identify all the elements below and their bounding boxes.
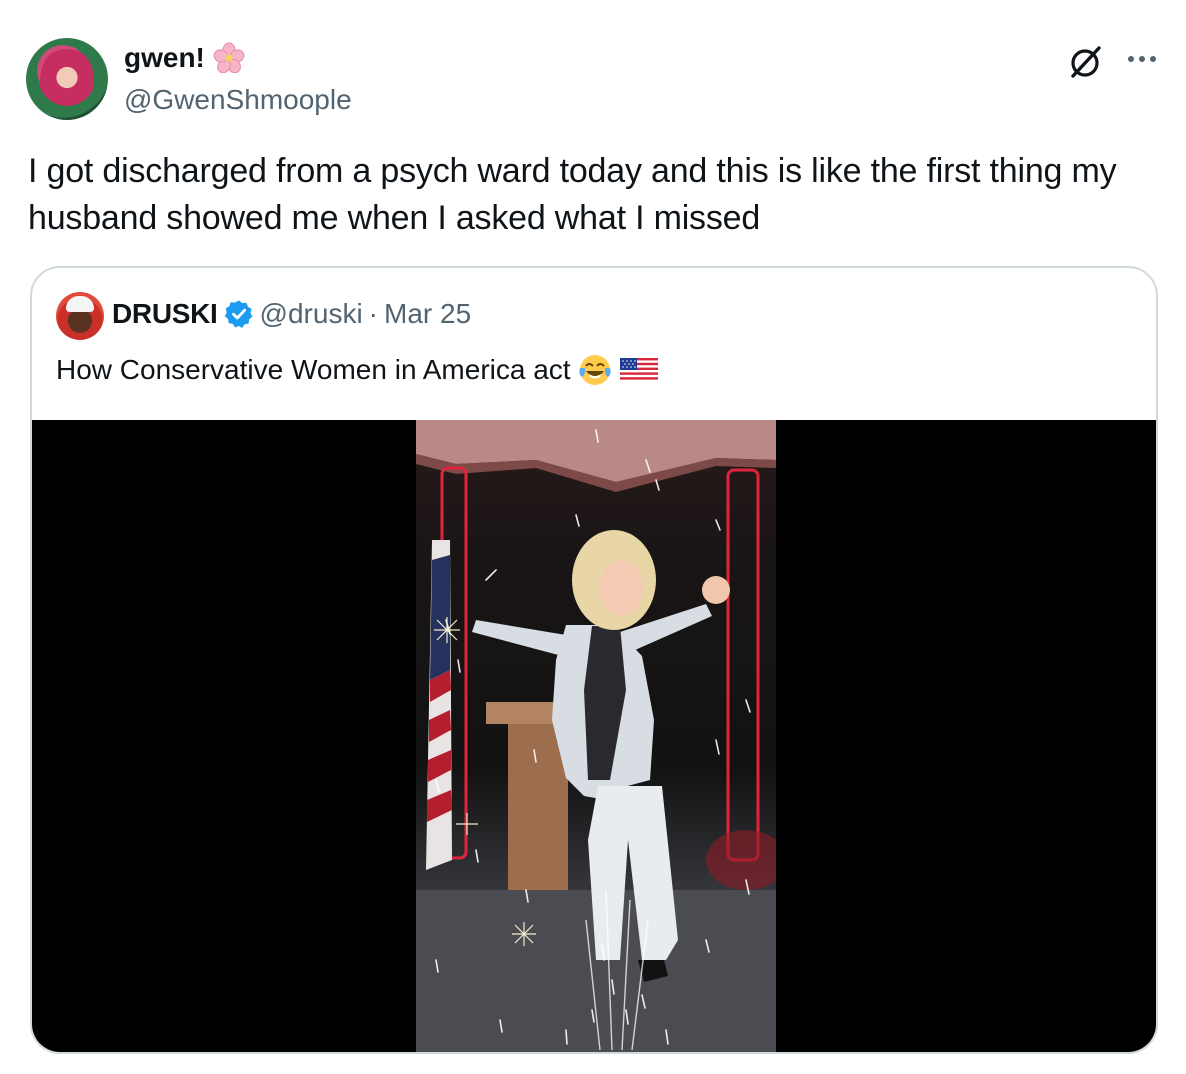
- quoted-handle[interactable]: @druski: [260, 298, 363, 330]
- quoted-tweet-header: DRUSKI @druski · Mar 25: [112, 298, 471, 330]
- video-player[interactable]: [32, 420, 1156, 1052]
- us-flag-icon: [619, 358, 658, 382]
- verified-badge-icon: [224, 300, 252, 328]
- quoted-tweet-text-row: How Conservative Women in America act: [56, 352, 659, 388]
- author-avatar[interactable]: [26, 38, 108, 120]
- video-scene: [416, 420, 776, 1052]
- quoted-tweet-card[interactable]: DRUSKI @druski · Mar 25 How Conservative…: [30, 266, 1158, 1054]
- quoted-author-avatar[interactable]: [56, 292, 104, 340]
- more-options-icon[interactable]: [1125, 44, 1159, 74]
- quoted-separator: ·: [368, 298, 378, 329]
- author-handle[interactable]: @GwenShmoople: [124, 84, 352, 116]
- tweet-text: I got discharged from a psych ward today…: [28, 152, 1117, 237]
- face-with-tears-of-joy-icon: [578, 355, 611, 385]
- quoted-date[interactable]: Mar 25: [384, 298, 471, 330]
- author-display-name[interactable]: gwen!: [124, 42, 205, 74]
- quoted-tweet-text: How Conservative Women in America act: [56, 354, 571, 385]
- grok-icon[interactable]: [1066, 42, 1106, 82]
- quoted-display-name[interactable]: DRUSKI: [112, 298, 218, 330]
- author-name-row: gwen!: [124, 42, 245, 74]
- cherry-blossom-icon: [213, 42, 245, 74]
- video-frame: [416, 420, 776, 1052]
